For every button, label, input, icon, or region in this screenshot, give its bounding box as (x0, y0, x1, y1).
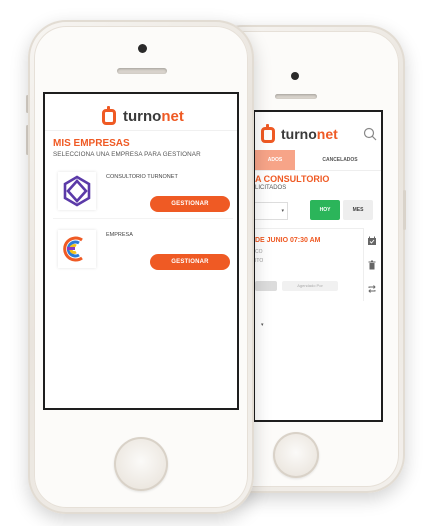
earpiece-speaker (275, 94, 317, 99)
scheduled-by-tag: Agendado Por (282, 281, 338, 291)
page-title: MIS EMPRESAS (53, 138, 130, 149)
turnonet-logo-icon (261, 124, 275, 143)
calendar-check-icon[interactable] (367, 236, 377, 246)
manage-button[interactable]: GESTIONAR (150, 196, 230, 212)
date-select[interactable]: ▾ (255, 202, 288, 220)
home-button[interactable] (114, 437, 168, 491)
home-button[interactable] (273, 432, 319, 478)
tab-bar: ADOS CANCELADOS (255, 150, 381, 171)
earpiece-speaker (117, 68, 167, 74)
company-name: CONSULTORIO TURNONET (106, 174, 178, 180)
trash-icon[interactable] (367, 260, 377, 270)
volume-button (403, 190, 406, 230)
front-camera (138, 44, 147, 53)
company-card[interactable]: EMPRESA GESTIONAR (53, 226, 233, 276)
appointment-card[interactable]: DE JUNIO 07:30 AM CO ITO Agendado Por (255, 228, 364, 301)
repeat-icon[interactable] (367, 284, 377, 294)
back-phone-screen: turnonet ADOS CANCELADOS A CONSULTORIO L… (253, 110, 383, 422)
appointment-line-2: ITO (255, 258, 264, 264)
front-camera (291, 72, 299, 80)
company-name: EMPRESA (106, 232, 133, 238)
brand-name: turnonet (123, 108, 184, 125)
appointment-line-1: CO (255, 249, 263, 255)
page-subtitle: LICITADOS (255, 185, 287, 191)
dropdown-caret-icon[interactable]: ▾ (261, 322, 264, 328)
company-logo-consultorio (58, 172, 96, 210)
page-title: A CONSULTORIO (255, 174, 330, 184)
page-subtitle: SELECCIONA UNA EMPRESA PARA GESTIONAR (53, 151, 201, 158)
appointment-tag (255, 281, 277, 291)
tab-cancelados[interactable]: CANCELADOS (295, 150, 381, 170)
filter-today-button[interactable]: HOY (310, 200, 340, 220)
front-phone-screen: turnonet MIS EMPRESAS SELECCIONA UNA EMP… (43, 92, 239, 410)
company-card[interactable]: CONSULTORIO TURNONET GESTIONAR (53, 168, 233, 219)
app-header: turnonet (255, 124, 381, 144)
search-icon[interactable] (363, 127, 377, 141)
brand-name: turnonet (281, 126, 338, 142)
tab-confirmados[interactable]: ADOS (255, 150, 295, 170)
appointment-datetime: DE JUNIO 07:30 AM (255, 237, 321, 244)
consultorio-logo-icon (63, 175, 91, 207)
filter-month-button[interactable]: MES (343, 200, 373, 220)
chevron-down-icon: ▾ (281, 208, 284, 214)
manage-button[interactable]: GESTIONAR (150, 254, 230, 270)
empresa-logo-icon (63, 236, 83, 262)
company-logo-empresa (58, 230, 96, 268)
turnonet-logo-icon (102, 106, 116, 125)
app-header: turnonet (45, 106, 237, 131)
